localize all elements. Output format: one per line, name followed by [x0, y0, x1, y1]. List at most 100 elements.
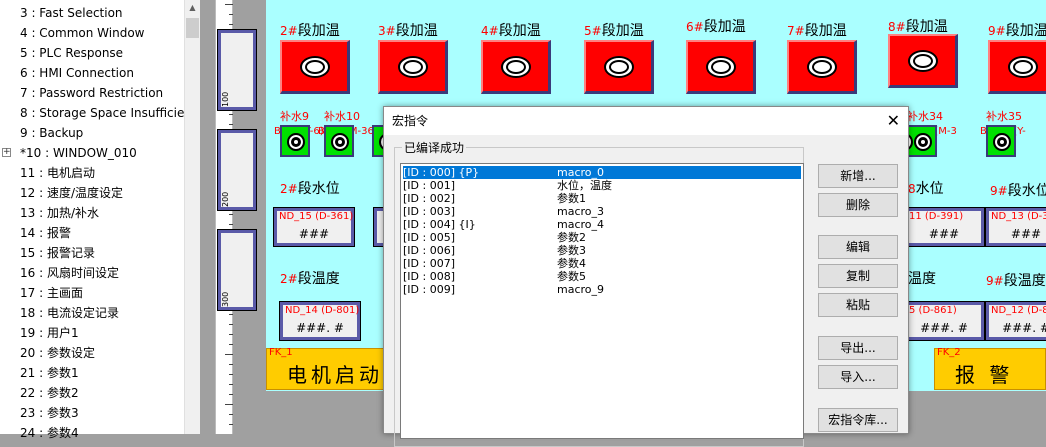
tree-item-label: 9 : Backup [20, 126, 84, 140]
tree-item[interactable]: 17 : 主画面 [0, 283, 184, 303]
macro-list-row[interactable]: [ID : 008] 参数5 [403, 270, 801, 283]
tree-item[interactable]: 5 : PLC Response [0, 43, 184, 63]
tree-scrollbar[interactable]: ▲ [184, 0, 200, 434]
heat-toggle-button[interactable] [280, 40, 350, 94]
tree-item[interactable]: 19 : 用户1 [0, 323, 184, 343]
copy-button[interactable]: 复制 [818, 264, 898, 288]
numeric-value: ### [928, 227, 960, 241]
macro-list-row[interactable]: [ID : 003] macro_3 [403, 205, 801, 218]
macro-list-row[interactable]: [ID : 009] macro_9 [403, 283, 801, 296]
import-button[interactable]: 导入... [818, 365, 898, 389]
numeric-display[interactable]: 11 (D-391) ### [903, 207, 985, 247]
tree-item[interactable]: 16 : 风扇时间设定 [0, 263, 184, 283]
heat-toggle-button[interactable] [686, 40, 756, 94]
heat-label: 6#段加温 [686, 16, 746, 36]
scroll-thumb[interactable] [186, 18, 199, 38]
ruler-tick [229, 14, 233, 15]
heat-toggle-button[interactable] [888, 34, 958, 88]
numeric-display[interactable]: ND_15 (D-361) ### [273, 207, 355, 247]
tree-item[interactable]: 14 : 报警 [0, 223, 184, 243]
lamp-label: 补水9 [280, 110, 309, 123]
tree-item-label: 23 : 参数3 [20, 406, 79, 420]
numeric-tag: ND_13 (D-3 [991, 211, 1046, 222]
tree-item[interactable]: 9 : Backup [0, 123, 184, 143]
alarm-button[interactable]: FK_2 报 警 [934, 347, 1046, 390]
ruler-tick [229, 314, 233, 315]
ruler-tick [225, 404, 233, 405]
macro-name: 参数5 [557, 270, 586, 283]
macro-list-row[interactable]: [ID : 001] 水位，温度 [403, 179, 801, 192]
indicator-lamp[interactable] [280, 125, 310, 157]
tree-item[interactable]: 15 : 报警记录 [0, 243, 184, 263]
ruler-tick [229, 364, 233, 365]
tree-item-label: 18 : 电流设定记录 [20, 306, 119, 320]
macro-list-row[interactable]: [ID : 006] 参数3 [403, 244, 801, 257]
tree-item[interactable]: 6 : HMI Connection [0, 63, 184, 83]
expand-icon[interactable]: + [2, 148, 11, 157]
tree-item[interactable]: 8 : Storage Space Insufficien [0, 103, 184, 123]
macro-list-row[interactable]: [ID : 005] 参数2 [403, 231, 801, 244]
heat-label-prefix: 2# [280, 24, 298, 38]
numeric-tag: ND_15 (D-361) [279, 211, 354, 222]
numeric-display[interactable]: 5 (D-861) ###. # [903, 301, 985, 341]
tree-item[interactable]: 13 : 加热/补水 [0, 203, 184, 223]
tree-item[interactable]: 22 : 参数2 [0, 383, 184, 403]
macro-id: [ID : 004] {I} [403, 218, 476, 231]
motor-start-button[interactable]: FK_1 电机启动 [266, 347, 384, 390]
tree-item-label: 11 : 电机启动 [20, 166, 95, 180]
macro-list-row[interactable]: [ID : 002] 参数1 [403, 192, 801, 205]
scroll-up-icon[interactable]: ▲ [185, 0, 200, 16]
heat-toggle-button[interactable] [988, 40, 1046, 94]
tree-item[interactable]: 12 : 速度/温度设定 [0, 183, 184, 203]
tree-item-label: 6 : HMI Connection [20, 66, 134, 80]
tree-item[interactable]: 23 : 参数3 [0, 403, 184, 423]
macro-list-row[interactable]: [ID : 000] {P} macro_0 [403, 166, 801, 179]
numeric-display[interactable]: ND_14 (D-801) ###. # [279, 301, 361, 341]
lamp-label: 补水34 [907, 110, 943, 123]
delete-button[interactable]: 删除 [818, 193, 898, 217]
ruler-tick [229, 324, 233, 325]
edit-button[interactable]: 编辑 [818, 235, 898, 259]
indicator-lamp[interactable] [986, 125, 1016, 157]
tree-item-label: 17 : 主画面 [20, 286, 83, 300]
button-indicator-icon [705, 55, 736, 78]
tree-item[interactable]: 3 : Fast Selection [0, 3, 184, 23]
macro-id: [ID : 006] [403, 244, 455, 257]
heat-toggle-button[interactable] [378, 40, 448, 94]
heat-toggle-button[interactable] [787, 40, 857, 94]
add-button[interactable]: 新增... [818, 164, 898, 188]
tree-item[interactable]: 20 : 参数设定 [0, 343, 184, 363]
tree-item-label: 24 : 参数4 [20, 426, 79, 440]
heat-toggle-button[interactable] [481, 40, 551, 94]
indicator-lamp[interactable] [324, 125, 354, 157]
section-label-prefix: 9# [990, 184, 1008, 198]
section-label: 8水位 [908, 178, 944, 198]
macro-name: macro_4 [557, 218, 605, 231]
tree-item[interactable]: 18 : 电流设定记录 [0, 303, 184, 323]
ruler-label: 100 [217, 27, 257, 113]
macro-list-row[interactable]: [ID : 007] 参数4 [403, 257, 801, 270]
macro-name: 参数3 [557, 244, 586, 257]
tree-item-label: 16 : 风扇时间设定 [20, 266, 119, 280]
ruler-tick [229, 124, 233, 125]
tree-item[interactable]: + *10 : WINDOW_010 [0, 143, 184, 163]
macro-name: 水位，温度 [557, 179, 612, 192]
tree-item[interactable]: 7 : Password Restriction [0, 83, 184, 103]
tree-item[interactable]: 21 : 参数1 [0, 363, 184, 383]
export-button[interactable]: 导出... [818, 336, 898, 360]
tree-item[interactable]: 11 : 电机启动 [0, 163, 184, 183]
heat-toggle-button[interactable] [584, 40, 654, 94]
ruler-label: 300 [217, 227, 257, 313]
heat-label-prefix: 3# [378, 24, 396, 38]
numeric-display[interactable]: ND_12 (D-8 ###. # [985, 301, 1046, 341]
macro-list[interactable]: [ID : 000] {P} macro_0 [ID : 001] 水位，温度 [ID … [400, 163, 804, 439]
numeric-display[interactable]: ND_13 (D-3 ### [985, 207, 1046, 247]
close-icon[interactable]: ✕ [887, 109, 900, 133]
tree-item[interactable]: 4 : Common Window [0, 23, 184, 43]
ruler-tick [229, 114, 233, 115]
numeric-tag: ND_12 (D-8 [991, 305, 1046, 316]
tree-item[interactable]: 24 : 参数4 [0, 423, 184, 443]
macro-list-row[interactable]: [ID : 004] {I} macro_4 [403, 218, 801, 231]
macro-library-button[interactable]: 宏指令库... [818, 408, 898, 432]
paste-button[interactable]: 粘贴 [818, 293, 898, 317]
